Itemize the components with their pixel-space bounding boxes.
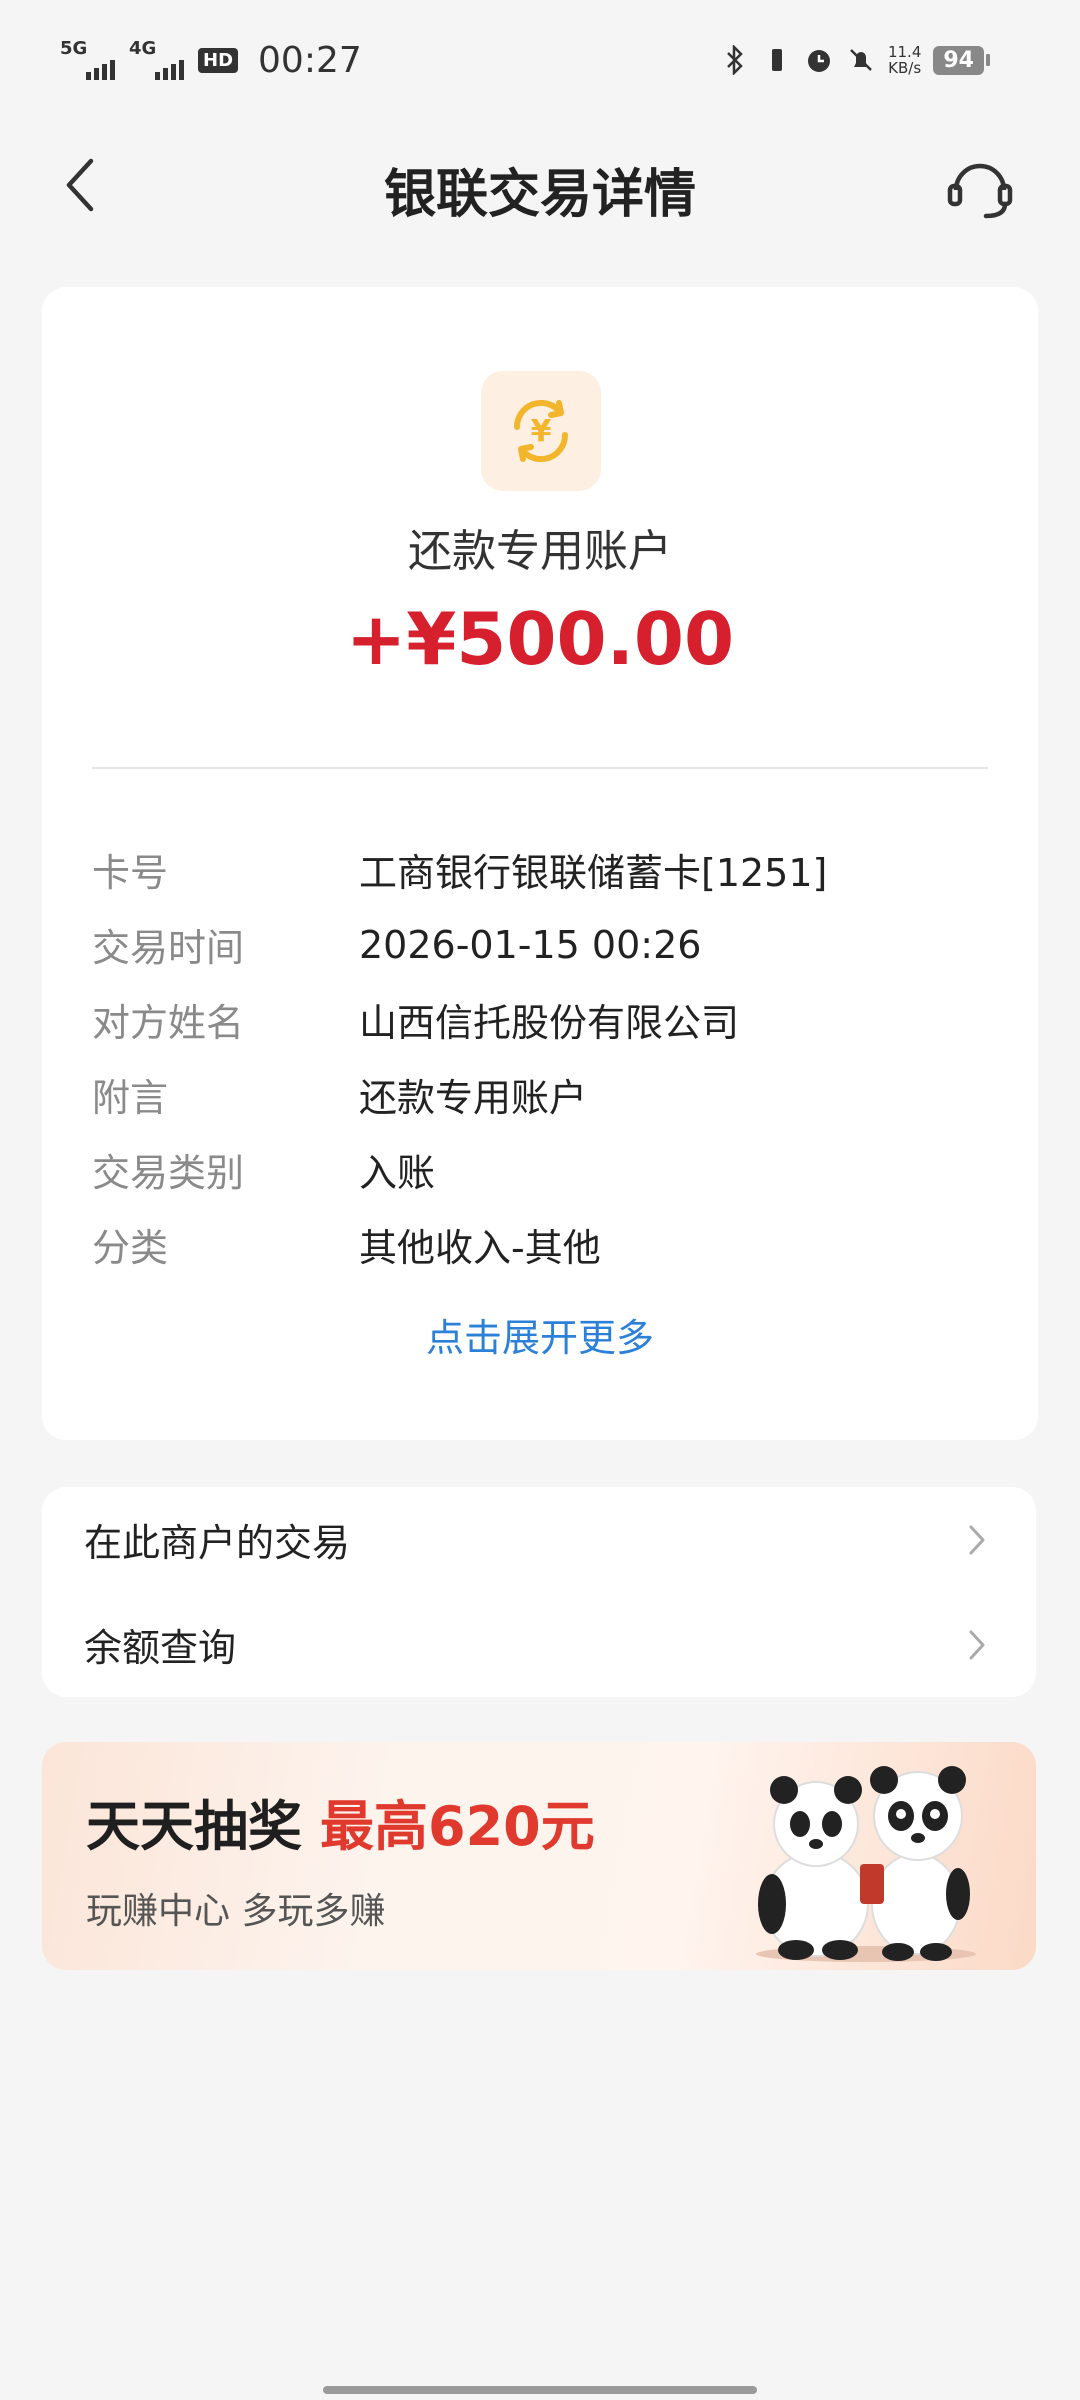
link-label: 余额查询 [84,1626,237,1670]
transaction-amount: +¥500.00 [345,597,735,681]
detail-row-remark: 附言 还款专用账户 [92,1057,988,1132]
customer-service-button[interactable] [940,148,1020,228]
svg-text:¥: ¥ [531,414,552,449]
links-card: 在此商户的交易 余额查询 [42,1487,1036,1697]
signal-bars-icon [86,60,115,80]
chevron-right-icon [962,1625,992,1665]
detail-label: 交易时间 [92,926,245,970]
detail-label: 分类 [92,1226,169,1270]
status-bar: 5G 4G HD 00:27 11.4 KB/s 94 [0,0,1080,120]
signal-4g: 4G [129,38,184,80]
promo-banner[interactable]: 天天抽奖 最高620元 玩赚中心 多玩多赚 [42,1742,1036,1970]
battery-indicator: 94 [933,45,990,75]
headset-icon [947,163,1013,219]
status-time: 00:27 [258,39,362,81]
transaction-card: ¥ 还款专用账户 +¥500.00 卡号 工商银行银联储蓄卡[1251] 交易时… [42,287,1038,1440]
vibrate-icon [762,45,792,75]
chevron-right-icon [962,1520,992,1560]
detail-row-type: 交易类别 入账 [92,1132,988,1207]
status-right: 11.4 KB/s 94 [720,44,990,76]
hd-badge: HD [198,47,239,73]
detail-row-counterparty: 对方姓名 山西信托股份有限公司 [92,982,988,1057]
detail-value: 2026-01-15 00:26 [359,922,702,967]
divider [92,767,988,769]
detail-row-card-number: 卡号 工商银行银联储蓄卡[1251] [92,832,988,907]
net-label-4g: 4G [129,38,157,59]
status-left: 5G 4G HD 00:27 [60,38,362,81]
panda-mascot-icon [756,1766,976,1962]
page-title: 银联交易详情 [383,165,696,225]
promo-title: 天天抽奖 [86,1795,302,1858]
detail-label: 交易类别 [92,1151,245,1195]
battery-level: 94 [933,45,984,75]
battery-tip [986,54,990,66]
network-speed: 11.4 KB/s [888,44,921,76]
alarm-icon [804,45,834,75]
expand-more-link[interactable]: 点击展开更多 [42,1307,1038,1362]
detail-row-category: 分类 其他收入-其他 [92,1207,988,1282]
link-label: 在此商户的交易 [84,1521,351,1565]
signal-5g: 5G [60,38,115,80]
promo-subtitle: 玩赚中心 多玩多赚 [86,1891,386,1932]
detail-label: 卡号 [92,851,169,895]
detail-value: 入账 [359,1151,436,1195]
detail-value: 还款专用账户 [359,1076,588,1120]
bluetooth-icon [720,45,750,75]
transaction-details: 卡号 工商银行银联储蓄卡[1251] 交易时间 2026-01-15 00:26… [92,832,988,1282]
merchant-transactions-item[interactable]: 在此商户的交易 [42,1487,1036,1592]
account-name: 还款专用账户 [408,526,672,577]
speed-unit: KB/s [888,59,922,77]
net-label-5g: 5G [60,38,88,59]
detail-label: 对方姓名 [92,1001,245,1045]
header: 银联交易详情 [0,130,1080,240]
home-indicator[interactable] [323,2386,757,2394]
balance-inquiry-item[interactable]: 余额查询 [42,1592,1036,1697]
detail-label: 附言 [92,1076,169,1120]
detail-value: 工商银行银联储蓄卡[1251] [359,851,828,895]
detail-row-time: 交易时间 2026-01-15 00:26 [92,907,988,982]
detail-value: 山西信托股份有限公司 [359,1001,740,1045]
detail-value: 其他收入-其他 [359,1226,601,1270]
yuan-exchange-icon: ¥ [481,371,601,491]
promo-highlight: 最高620元 [320,1795,595,1858]
signal-bars-icon [155,60,184,80]
mute-bell-icon [846,45,876,75]
